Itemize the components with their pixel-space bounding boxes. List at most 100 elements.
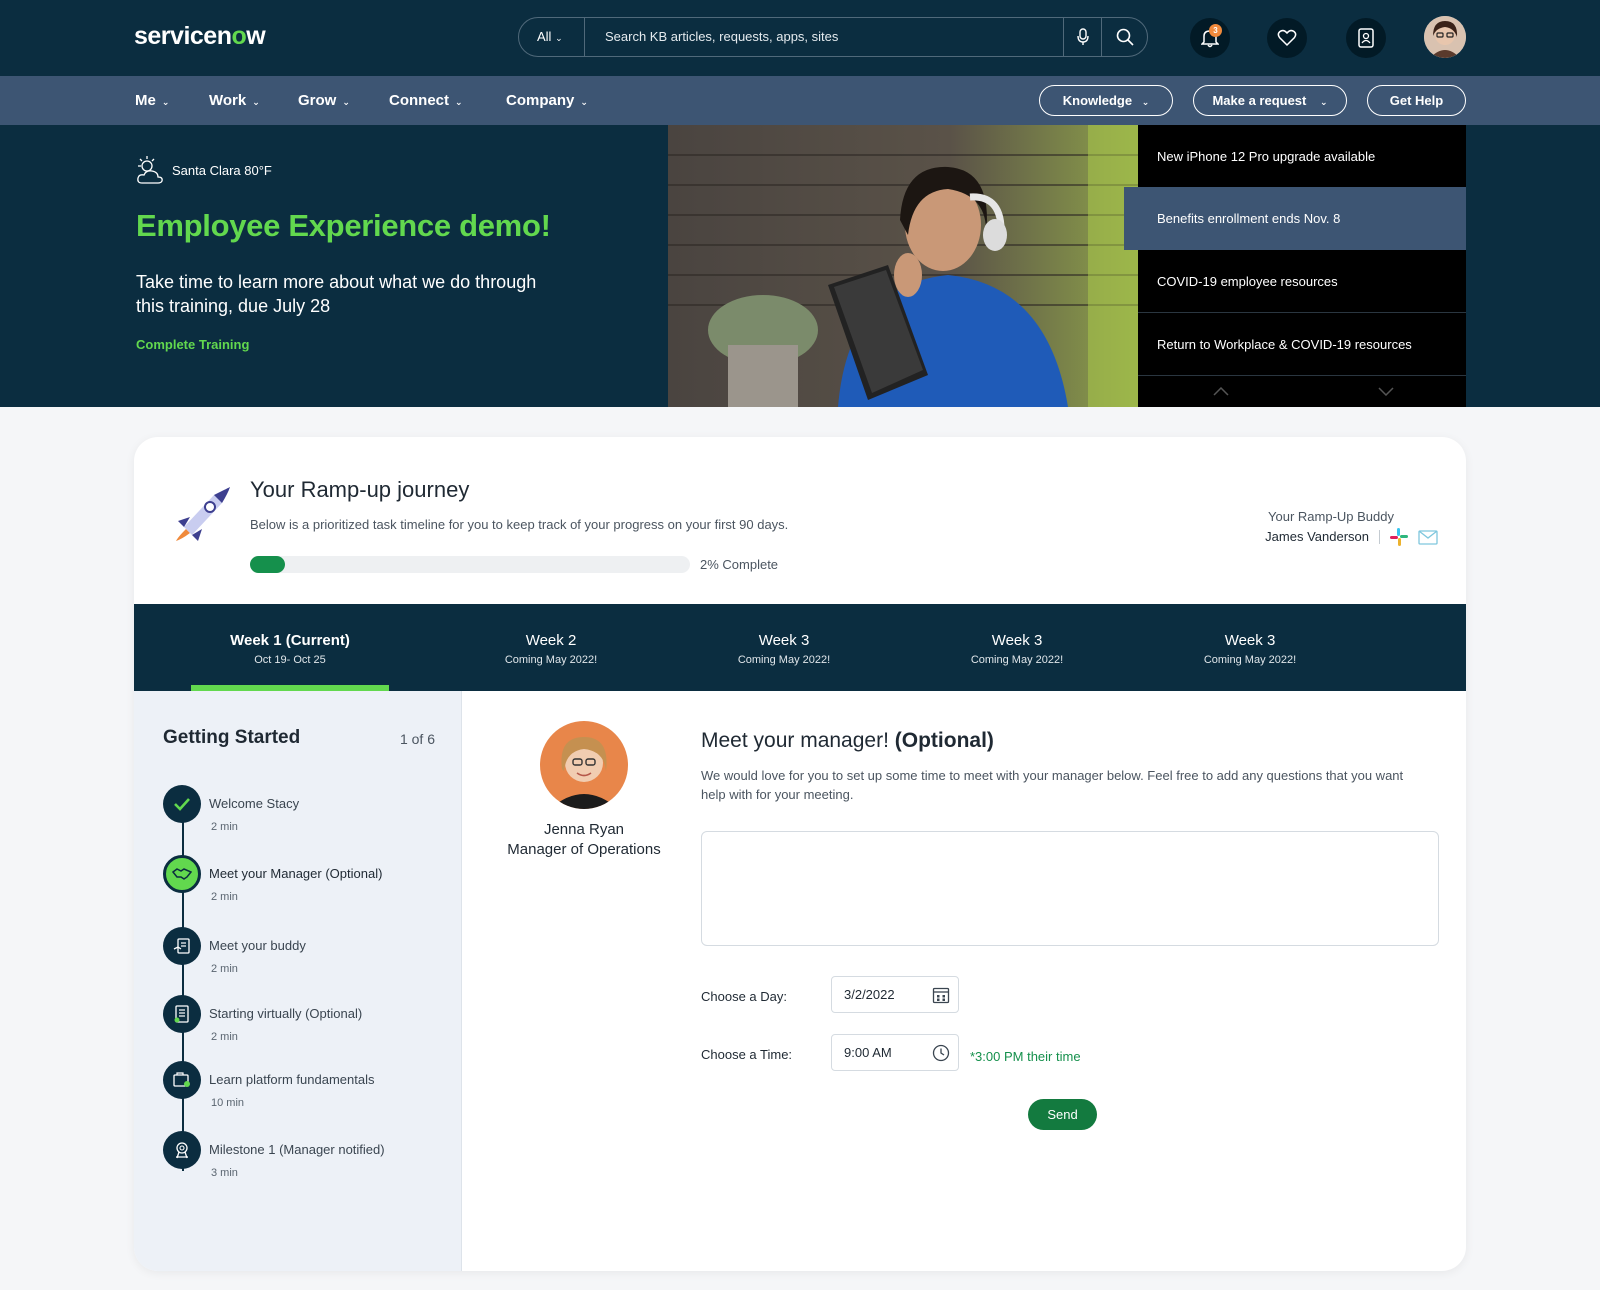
chevron-down-icon: ⌄: [1320, 97, 1328, 107]
tab-week-4[interactable]: Week 3 Coming May 2022!: [902, 604, 1132, 691]
nav-item-company[interactable]: Company ⌄: [506, 76, 588, 125]
announcement-item-active[interactable]: Benefits enrollment ends Nov. 8: [1124, 187, 1466, 250]
meeting-description: We would love for you to set up some tim…: [701, 768, 1404, 802]
user-avatar[interactable]: [1424, 16, 1466, 58]
search-icon[interactable]: [1101, 18, 1147, 56]
day-label: Choose a Day:: [701, 989, 787, 1004]
step-item[interactable]: Welcome Stacy 2 min: [163, 785, 453, 845]
step-label: Welcome Stacy: [209, 796, 300, 811]
chevron-down-icon: ⌄: [252, 97, 260, 107]
nav-item-me[interactable]: Me ⌄: [135, 76, 169, 125]
step-label: Meet your buddy: [209, 938, 306, 953]
panel-title: Getting Started: [163, 727, 301, 748]
hero-title: Employee Experience demo!: [136, 208, 551, 243]
day-picker[interactable]: 3/2/2022: [831, 976, 959, 1013]
chevron-down-icon: ⌄: [1141, 97, 1150, 107]
manager-avatar: [540, 721, 628, 809]
step-item[interactable]: Learn platform fundamentals 10 min: [163, 1061, 453, 1121]
carousel-controls: [1138, 377, 1466, 407]
complete-training-link[interactable]: Complete Training: [136, 337, 249, 352]
main-nav: Me ⌄ Work ⌄ Grow ⌄ Connect ⌄ Company ⌄ Knowle…: [0, 76, 1600, 125]
tab-dates: Oct 19- Oct 25: [254, 654, 326, 666]
progress-bar-fill: [250, 556, 286, 573]
journey-title: Your Ramp-up journey: [250, 477, 470, 502]
step-item-active[interactable]: Meet your Manager (Optional) 2 min: [163, 855, 453, 915]
manager-name: Jenna Ryan: [543, 821, 625, 838]
announcement-item[interactable]: Return to Workplace & COVID-19 resources: [1138, 313, 1466, 376]
announcement-item[interactable]: New iPhone 12 Pro upgrade available: [1138, 125, 1466, 188]
platform-icon: [163, 1061, 201, 1099]
step-item[interactable]: Milestone 1 (Manager notified) 3 min: [163, 1131, 453, 1191]
handshake-icon: [163, 855, 201, 893]
tab-dates: Coming May 2022!: [1203, 654, 1297, 666]
heart-icon[interactable]: [1267, 18, 1307, 58]
tab-label: Week 1 (Current): [230, 632, 350, 649]
buddy-contact-actions: [1379, 528, 1438, 546]
step-count: 1 of 6: [399, 731, 435, 747]
time-label: Choose a Time:: [701, 1047, 793, 1062]
rocket-icon: [174, 485, 232, 543]
document-hand-icon: [163, 927, 201, 965]
microphone-icon[interactable]: [1063, 18, 1101, 56]
step-duration: 2 min: [211, 821, 238, 833]
step-duration: 2 min: [211, 891, 238, 903]
step-item[interactable]: Meet your buddy 2 min: [163, 927, 453, 987]
hero-image: [668, 125, 1138, 407]
time-value: 9:00 AM: [844, 1045, 892, 1060]
calendar-icon[interactable]: [932, 986, 950, 1004]
step-duration: 2 min: [211, 1031, 238, 1043]
slack-icon[interactable]: [1390, 528, 1408, 546]
tab-week-1[interactable]: Week 1 (Current) Oct 19- Oct 25: [175, 604, 405, 691]
knowledge-dropdown-button[interactable]: Knowledge ⌄: [1039, 85, 1173, 116]
check-icon: [163, 785, 201, 823]
getting-started-panel: Getting Started 1 of 6 Welcome Stacy 2 m…: [134, 691, 462, 1271]
tab-week-5[interactable]: Week 3 Coming May 2022!: [1135, 604, 1365, 691]
step-label: Meet your Manager (Optional): [209, 866, 383, 881]
day-value: 3/2/2022: [844, 987, 895, 1002]
divider: [1379, 530, 1380, 544]
step-duration: 2 min: [211, 963, 238, 975]
journey-subtitle: Below is a prioritized task timeline for…: [250, 517, 789, 532]
week-tabs: Week 1 (Current) Oct 19- Oct 25 Week 2 C…: [134, 604, 1466, 691]
buddy-name: James Vanderson: [1265, 529, 1369, 544]
chevron-down-icon: ⌄: [161, 97, 170, 107]
step-label: Milestone 1 (Manager notified): [209, 1142, 385, 1157]
global-search: All ⌄: [518, 17, 1148, 57]
make-request-dropdown-button[interactable]: Make a request ⌄: [1193, 85, 1347, 116]
contact-card-icon[interactable]: [1346, 18, 1386, 58]
tab-week-3[interactable]: Week 3 Coming May 2022!: [669, 604, 899, 691]
chevron-down-icon[interactable]: [1378, 387, 1394, 396]
announcements-carousel: New iPhone 12 Pro upgrade available Bene…: [1124, 125, 1466, 407]
nav-item-grow[interactable]: Grow ⌄: [298, 76, 350, 125]
partly-cloudy-icon: [137, 156, 163, 184]
manager-info: Jenna Ryan Manager of Operations: [464, 820, 704, 860]
clock-icon[interactable]: [932, 1044, 950, 1062]
top-header: servicenow All ⌄ 3: [0, 0, 1600, 76]
meeting-title: Meet your manager! (Optional): [701, 729, 994, 752]
nav-item-work[interactable]: Work ⌄: [209, 76, 260, 125]
tab-label: Week 3: [1224, 632, 1276, 649]
step-item[interactable]: Starting virtually (Optional) 2 min: [163, 995, 453, 1055]
email-icon[interactable]: [1418, 529, 1438, 545]
meeting-notes-textarea[interactable]: [701, 831, 1439, 946]
time-picker[interactable]: 9:00 AM: [831, 1034, 959, 1071]
servicenow-logo[interactable]: servicenow: [134, 22, 266, 51]
announcement-item[interactable]: COVID-19 employee resources: [1138, 250, 1466, 313]
bell-icon[interactable]: 3: [1190, 18, 1230, 58]
search-scope-select[interactable]: All ⌄: [519, 18, 585, 56]
chevron-up-icon[interactable]: [1213, 387, 1229, 396]
send-button[interactable]: Send: [1028, 1099, 1097, 1130]
progress-label: 2% Complete: [700, 557, 779, 572]
chevron-down-icon: ⌄: [342, 97, 350, 107]
manager-role: Manager of Operations: [507, 841, 661, 858]
step-label: Learn platform fundamentals: [209, 1072, 375, 1087]
get-help-button[interactable]: Get Help: [1367, 85, 1466, 116]
chevron-down-icon: ⌄: [580, 97, 588, 107]
nav-item-connect[interactable]: Connect ⌄: [389, 76, 463, 125]
tab-week-2[interactable]: Week 2 Coming May 2022!: [436, 604, 666, 691]
tab-label: Week 3: [991, 632, 1043, 649]
hero-banner: Santa Clara 80°F Employee Experience dem…: [0, 125, 1600, 407]
progress-bar: [250, 556, 690, 573]
search-input[interactable]: [605, 18, 1045, 56]
tab-dates: Coming May 2022!: [970, 654, 1064, 666]
